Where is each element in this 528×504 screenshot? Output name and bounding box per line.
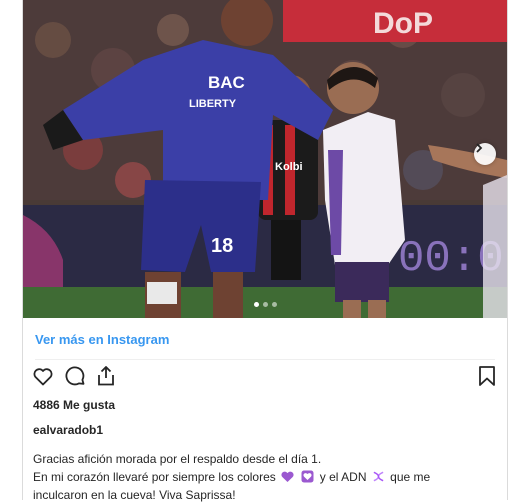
carousel-dot	[253, 302, 259, 307]
carousel-dot	[262, 302, 268, 307]
banner-text: DoP	[373, 7, 433, 40]
view-more-link[interactable]: Ver más en Instagram	[35, 332, 169, 347]
player2-sponsor: Kolbi	[275, 161, 303, 173]
purple-heart-icon	[281, 471, 294, 482]
post-username[interactable]: ealvaradob1	[33, 423, 103, 437]
caption-text: En mi corazón llevaré por siempre los co…	[33, 470, 276, 484]
save-button[interactable]	[475, 364, 499, 393]
heart-icon	[33, 368, 53, 386]
caption-line: inculcaron en la cueva! Viva Saprissa!	[33, 488, 236, 502]
action-bar	[31, 364, 499, 392]
instagram-embed-card: DoP 00:0 Kolbi BAC LIBERTY 18 Ver más en…	[22, 0, 508, 502]
comment-button[interactable]	[63, 364, 87, 393]
jersey-number: 18	[211, 235, 233, 257]
carousel-indicator	[23, 302, 507, 307]
jersey-sponsor-1: BAC	[208, 73, 245, 92]
heart-box-icon	[301, 470, 314, 483]
like-button[interactable]	[31, 364, 55, 393]
comment-icon	[65, 366, 85, 386]
carousel-dot	[271, 302, 277, 307]
bookmark-icon	[479, 366, 495, 386]
likes-count[interactable]: 4886 Me gusta	[33, 398, 115, 412]
caption-text: y el ADN	[319, 470, 367, 484]
post-photo[interactable]: DoP 00:0 Kolbi BAC LIBERTY 18	[23, 0, 507, 318]
jersey-sponsor-2: LIBERTY	[189, 98, 237, 110]
photo-illustration: DoP 00:0 Kolbi BAC LIBERTY 18	[23, 0, 507, 318]
share-icon	[98, 366, 114, 386]
carousel-next-button[interactable]	[474, 143, 496, 165]
chevron-right-icon	[476, 143, 483, 153]
divider	[35, 359, 495, 360]
caption-line: En mi corazón llevaré por siempre los co…	[33, 468, 493, 486]
share-button[interactable]	[94, 364, 118, 393]
caption-text: que me	[390, 470, 431, 484]
dna-icon	[373, 471, 384, 482]
caption-line: Gracias afición morada por el respaldo d…	[33, 452, 322, 466]
post-caption: Gracias afición morada por el respaldo d…	[33, 450, 493, 504]
